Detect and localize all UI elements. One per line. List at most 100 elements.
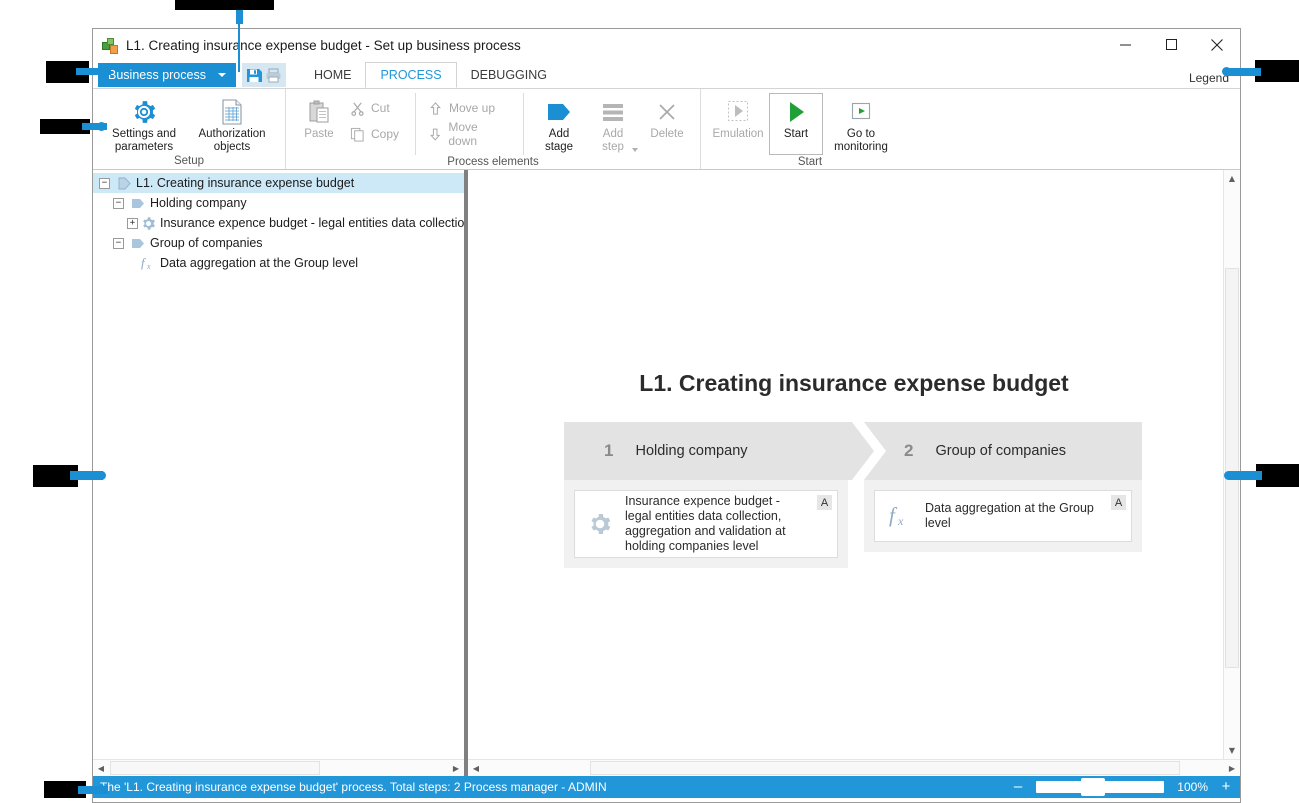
annotation-box-right-1 xyxy=(1255,60,1299,82)
tree-node-step-insurance[interactable]: + Insurance expence budget - legal entit… xyxy=(93,213,464,233)
add-step-button[interactable]: Add step xyxy=(586,93,640,154)
minimize-button[interactable] xyxy=(1102,29,1148,60)
ribbon-group-process-elements-title: Process elements xyxy=(447,156,539,168)
annotation-box-top xyxy=(175,0,274,10)
scroll-down-arrow-icon[interactable]: ▼ xyxy=(1224,742,1240,759)
start-button[interactable]: Start xyxy=(769,93,823,155)
move-up-label: Move up xyxy=(448,101,496,115)
copy-button[interactable]: Copy xyxy=(346,121,407,147)
tree-node-label: Data aggregation at the Group level xyxy=(160,256,359,270)
tab-home[interactable]: HOME xyxy=(300,63,366,88)
maximize-button[interactable] xyxy=(1148,29,1194,60)
close-button[interactable] xyxy=(1194,29,1240,60)
print-icon[interactable] xyxy=(265,67,282,84)
tree-horizontal-scrollbar[interactable]: ◀ ▶ xyxy=(93,759,464,777)
delete-label: Delete xyxy=(650,128,684,140)
move-down-button[interactable]: Move down xyxy=(424,120,515,148)
ribbon-body: Settings and parameters Authorization ob… xyxy=(93,89,1240,170)
stage-header-1[interactable]: 1 Holding company xyxy=(564,422,880,480)
annotation-dot-left-3 xyxy=(97,471,106,480)
cut-label: Cut xyxy=(371,101,390,115)
stage-bodies: Insurance expence budget - legal entitie… xyxy=(564,480,1142,572)
cut-copy-column: Cut Copy xyxy=(346,93,407,147)
application-window: L1. Creating insurance expense budget - … xyxy=(92,28,1241,803)
tree-node-stage-group[interactable]: − Group of companies xyxy=(93,233,464,253)
vertical-scroll-thumb[interactable] xyxy=(1225,268,1239,668)
tree-node-label: Group of companies xyxy=(150,236,263,250)
gear-icon xyxy=(585,512,615,536)
stage-number: 1 xyxy=(604,441,614,460)
quick-access-toolbar xyxy=(241,63,286,87)
diagram-title: L1. Creating insurance expense budget xyxy=(639,370,1069,396)
app-icon xyxy=(102,37,118,54)
chevron-down-icon[interactable] xyxy=(632,148,639,152)
status-bar: The 'L1. Creating insurance expense budg… xyxy=(93,776,1240,798)
emulation-button[interactable]: Emulation xyxy=(707,93,769,141)
paste-label: Paste xyxy=(304,128,334,140)
ribbon-tab-strip: Business process HOME PROCESS DEBUGGING … xyxy=(93,62,1240,89)
business-process-menu-button[interactable]: Business process xyxy=(98,63,236,87)
scroll-right-arrow-icon[interactable]: ▶ xyxy=(1224,760,1240,776)
delete-button[interactable]: Delete xyxy=(640,93,694,141)
add-step-label: Add step xyxy=(602,128,624,153)
arrow-down-icon xyxy=(430,128,441,141)
automatic-badge: A xyxy=(817,495,832,510)
save-icon[interactable] xyxy=(246,67,263,84)
ribbon-tabs: HOME PROCESS DEBUGGING xyxy=(300,62,561,88)
authorization-objects-button[interactable]: Authorization objects xyxy=(189,93,275,154)
tree-expander-collapse[interactable]: − xyxy=(113,197,124,209)
go-to-monitoring-button[interactable]: Go to monitoring xyxy=(823,93,899,154)
status-text: The 'L1. Creating insurance expense budg… xyxy=(100,780,607,794)
move-column: Move up Move down xyxy=(424,93,515,148)
settings-and-parameters-label: Settings and parameters xyxy=(112,128,176,153)
scroll-left-arrow-icon[interactable]: ◀ xyxy=(468,760,484,776)
stage-name: Holding company xyxy=(635,443,748,459)
tree-node-label: L1. Creating insurance expense budget xyxy=(136,176,355,190)
tree-node-process[interactable]: − L1. Creating insurance expense budget xyxy=(93,173,464,193)
svg-text:x: x xyxy=(146,262,151,271)
move-up-button[interactable]: Move up xyxy=(424,95,515,121)
emulation-label: Emulation xyxy=(712,128,764,140)
add-stage-button[interactable]: Add stage xyxy=(532,93,586,154)
diagram-horizontal-scrollbar[interactable]: ◀ ▶ xyxy=(468,759,1240,777)
stages-container: 1 Holding company 2 Group of companies I… xyxy=(564,422,1142,572)
annotation-dot-right-1 xyxy=(1222,67,1231,76)
scroll-right-arrow-icon[interactable]: ▶ xyxy=(448,760,464,776)
step-card-insurance-budget[interactable]: Insurance expence budget - legal entitie… xyxy=(574,490,838,558)
zoom-slider-thumb[interactable] xyxy=(1081,778,1105,796)
copy-icon xyxy=(350,127,364,142)
tab-debugging[interactable]: DEBUGGING xyxy=(457,63,561,88)
tree-expander-collapse[interactable]: − xyxy=(113,237,124,249)
diagram-pane: L1. Creating insurance expense budget 1 … xyxy=(468,170,1240,759)
tree-expander-collapse[interactable]: − xyxy=(99,177,110,189)
stage-blue-icon xyxy=(130,195,146,211)
cut-button[interactable]: Cut xyxy=(346,95,407,121)
go-to-monitoring-label: Go to monitoring xyxy=(834,128,888,153)
tree-hscroll-thumb[interactable] xyxy=(110,761,320,775)
scroll-up-arrow-icon[interactable]: ▲ xyxy=(1224,170,1240,187)
tree-node-stage-holding[interactable]: − Holding company xyxy=(93,193,464,213)
zoom-slider[interactable] xyxy=(1036,778,1164,796)
tree-expander-expand[interactable]: + xyxy=(127,217,138,229)
content-area: − L1. Creating insurance expense budget … xyxy=(93,170,1240,759)
tree-node-label: Insurance expence budget - legal entitie… xyxy=(160,216,464,230)
ribbon-group-start-title: Start xyxy=(797,156,823,168)
diagram-vertical-scrollbar[interactable]: ▲ ▼ xyxy=(1223,170,1240,759)
tab-process[interactable]: PROCESS xyxy=(365,62,457,88)
step-card-data-aggregation[interactable]: f x Data aggregation at the Group level … xyxy=(874,490,1132,542)
stage-header-2[interactable]: 2 Group of companies xyxy=(864,422,1142,480)
diagram-hscroll-thumb[interactable] xyxy=(590,761,1180,775)
tree-node-step-aggregation[interactable]: f x Data aggregation at the Group level xyxy=(93,253,464,273)
zoom-in-button[interactable]: + xyxy=(1218,779,1234,795)
fx-icon: f x xyxy=(140,255,156,271)
stage-number: 2 xyxy=(904,441,914,460)
scroll-left-arrow-icon[interactable]: ◀ xyxy=(93,760,109,776)
annotation-leader-right-2 xyxy=(1228,471,1262,480)
settings-and-parameters-button[interactable]: Settings and parameters xyxy=(99,93,189,154)
zoom-controls: – 100% + xyxy=(1010,776,1234,798)
window-title: L1. Creating insurance expense budget - … xyxy=(126,38,521,53)
zoom-level-label: 100% xyxy=(1177,780,1208,794)
zoom-out-button[interactable]: – xyxy=(1010,779,1026,795)
monitor-play-icon xyxy=(848,96,874,128)
paste-button[interactable]: Paste xyxy=(292,93,346,141)
